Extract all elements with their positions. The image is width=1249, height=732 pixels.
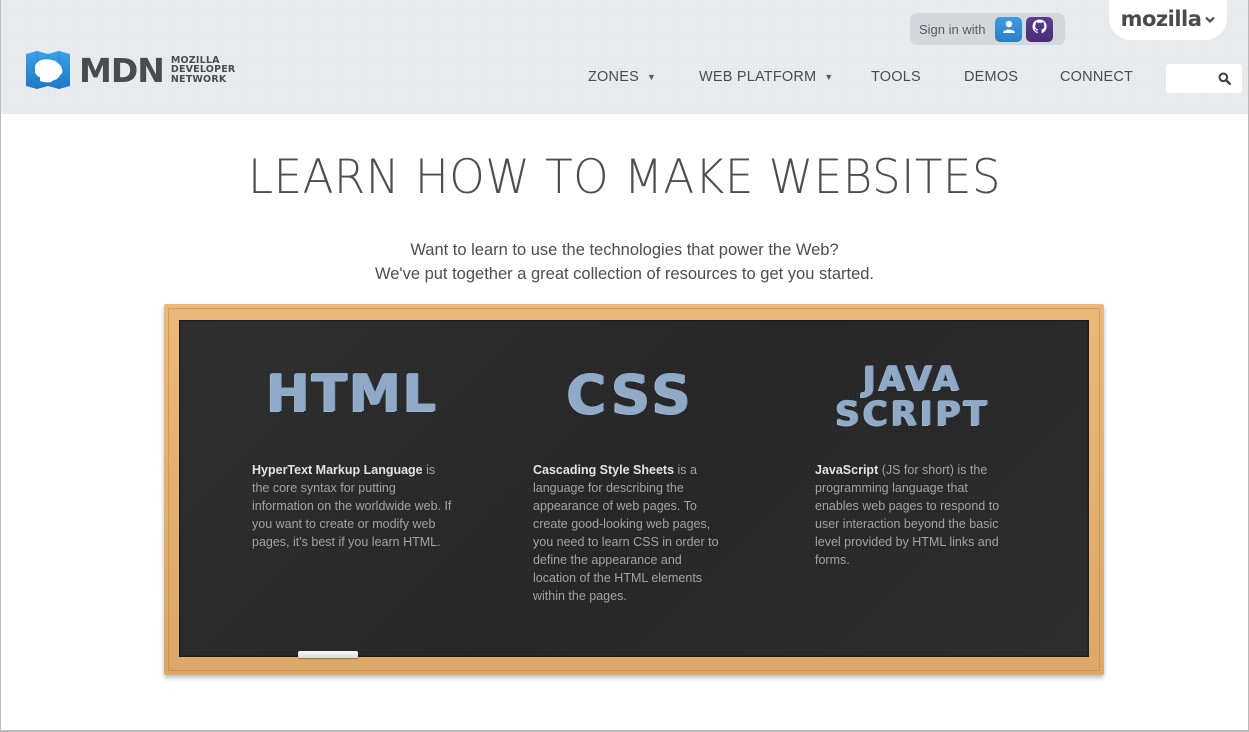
nav-label: DEMOS [964, 69, 1019, 85]
mozilla-wordmark: mozilla [1120, 7, 1202, 31]
chalk-piece [298, 651, 358, 658]
nav-label: TOOLS [871, 69, 921, 85]
nav-item-tools[interactable]: TOOLS [871, 69, 921, 85]
topic-term: JavaScript [815, 463, 879, 477]
topic-text: is a language for describing the appeara… [533, 463, 719, 603]
page-subtitle: Want to learn to use the technologies th… [1, 238, 1248, 286]
search-icon[interactable] [1218, 72, 1231, 85]
signin-persona-button[interactable] [995, 16, 1023, 42]
caret-down-icon: ▼ [824, 72, 834, 82]
search-input[interactable] [1172, 64, 1222, 93]
nav-label: ZONES [588, 69, 639, 85]
topic-description: JavaScript (JS for short) is the program… [815, 461, 1010, 569]
nav-label: CONNECT [1060, 69, 1134, 85]
site-header: MDN MOZILLA DEVELOPER NETWORK Sign in wi… [1, 0, 1248, 114]
css-chalk-title-link[interactable]: CSS [533, 366, 728, 424]
topic-term: Cascading Style Sheets [533, 463, 675, 477]
nav-item-zones[interactable]: ZONES ▼ [588, 69, 656, 85]
chalk-title-text: SCRIPT [835, 394, 990, 434]
topic-text: (JS for short) is the programming langua… [815, 463, 1000, 567]
chalkboard: HTML HyperText Markup Language is the co… [179, 320, 1089, 657]
nav-item-demos[interactable]: DEMOS [964, 69, 1018, 85]
page: MDN MOZILLA DEVELOPER NETWORK Sign in wi… [0, 0, 1249, 732]
chalk-title-text: CSS [566, 363, 695, 426]
topic-description: Cascading Style Sheets is a language for… [533, 461, 728, 605]
nav-label: WEB PLATFORM [699, 69, 817, 85]
nav-item-web-platform[interactable]: WEB PLATFORM ▼ [699, 69, 833, 85]
user-icon [1002, 20, 1016, 39]
chalkboard-frame: HTML HyperText Markup Language is the co… [164, 304, 1104, 675]
nav-item-connect[interactable]: CONNECT [1060, 69, 1133, 85]
topic-description: HyperText Markup Language is the core sy… [252, 461, 452, 551]
mozilla-tab[interactable]: mozilla [1109, 0, 1227, 40]
html-chalk-title-link[interactable]: HTML [252, 366, 452, 422]
chevron-down-icon [1205, 15, 1216, 27]
signin-github-button[interactable] [1026, 16, 1054, 42]
chalk-title-text: JAVA [863, 359, 962, 399]
github-icon [1032, 19, 1048, 39]
javascript-chalk-title-link[interactable]: JAVA SCRIPT [815, 362, 1010, 432]
subtitle-line: We've put together a great collection of… [374, 265, 875, 283]
chalk-title-text: HTML [266, 364, 438, 424]
signin-label: Sign in with [919, 21, 986, 37]
subtitle-line: Want to learn to use the technologies th… [410, 241, 839, 259]
search-box [1166, 64, 1242, 93]
signin-box: Sign in with [910, 13, 1065, 45]
page-title: LEARN HOW TO MAKE WEBSITES [247, 150, 1002, 205]
topic-term: HyperText Markup Language [252, 463, 423, 477]
caret-down-icon: ▼ [646, 72, 657, 82]
main-nav: ZONES ▼ WEB PLATFORM ▼ TOOLS DEMOS CONNE… [1, 69, 1248, 89]
